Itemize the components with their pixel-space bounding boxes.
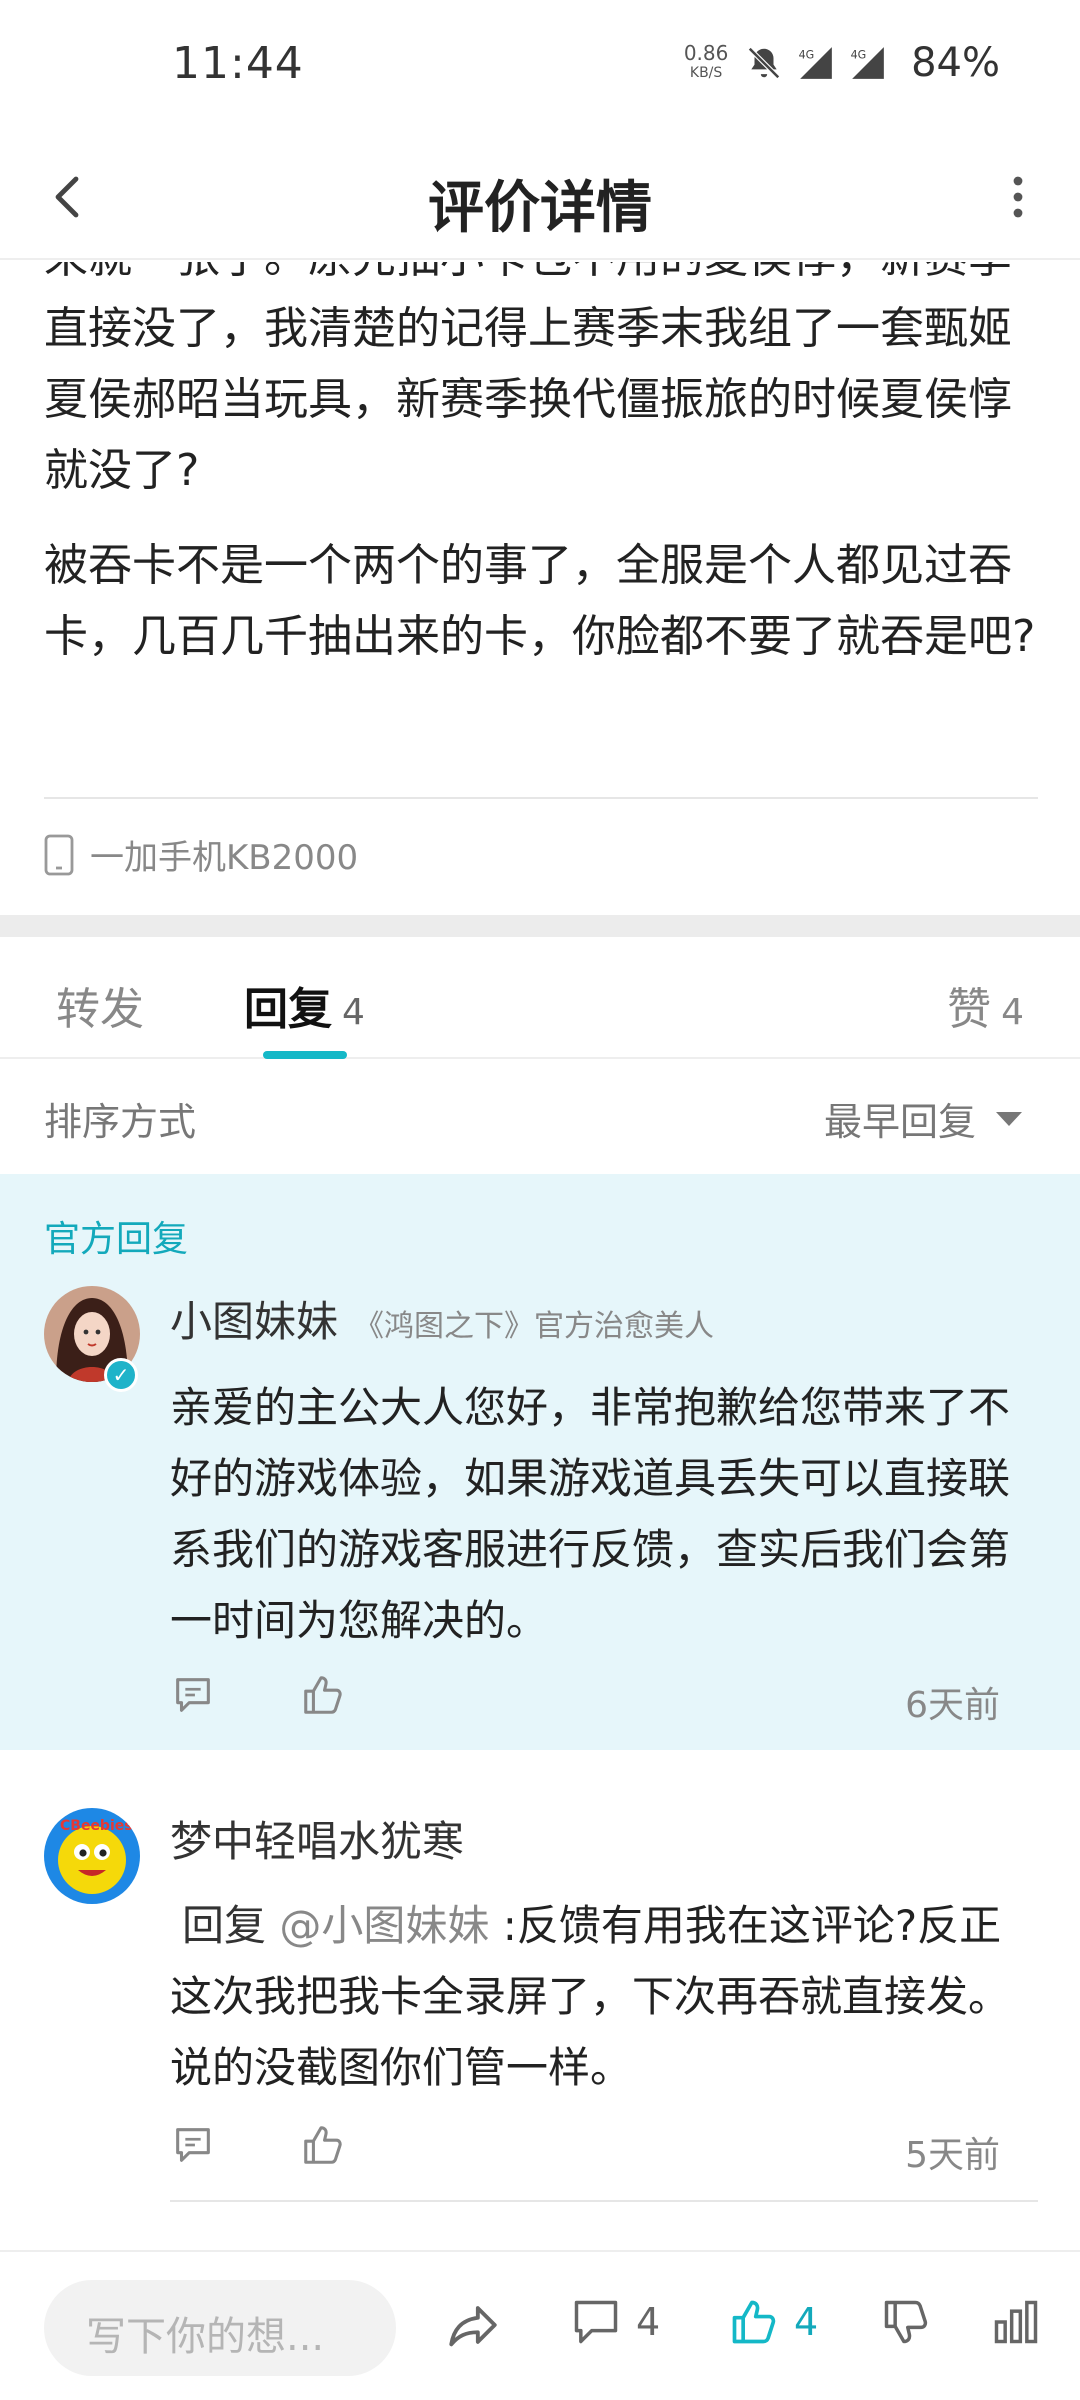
- divider: [44, 797, 1038, 799]
- tab-like-count: 4: [1001, 992, 1024, 1033]
- review-body: 来就一张了。原先抽小卡包不用的夏侯惇，新赛季直接没了，我清楚的记得上赛季末我组了…: [44, 262, 1044, 802]
- net-speed-value: 0.86: [683, 41, 729, 65]
- active-tab-indicator: [263, 1051, 347, 1059]
- share-arrow-icon: [449, 2306, 497, 2347]
- stats-button[interactable]: [990, 2296, 1042, 2348]
- comment-icon[interactable]: [170, 2122, 216, 2168]
- caret-down-icon: [996, 1111, 1022, 1126]
- comment-text: 回复 @小图妹妹 :反馈有用我在这评论?反正这次我把我卡全录屏了，下次再吞就直接…: [170, 1890, 1036, 2103]
- status-icons: 0.86 KB/S 4G 4G 84%: [681, 40, 1000, 86]
- svg-text:CBeebies: CBeebies: [60, 1818, 133, 1834]
- comment-button[interactable]: 4: [570, 2296, 660, 2348]
- page-title: 评价详情: [428, 176, 652, 241]
- sort-label: 排序方式: [44, 1100, 197, 1144]
- battery-level: 84%: [911, 40, 1000, 86]
- thumbs-up-icon: [732, 2300, 776, 2344]
- device-info: 一加手机KB2000: [44, 830, 358, 879]
- status-bar: 11:44 0.86 KB/S 4G 4G 84%: [0, 0, 1080, 135]
- signal-icon: 4G: [799, 47, 832, 79]
- tab-reply-count: 4: [342, 992, 365, 1033]
- tab-like[interactable]: 赞4: [947, 973, 1024, 1037]
- official-reply-tag: 官方回复: [44, 1219, 189, 1260]
- sort-selected: 最早回复: [823, 1100, 976, 1144]
- tab-bar: 转发 回复 4 赞4: [0, 937, 1080, 1059]
- share-button[interactable]: [444, 2296, 502, 2354]
- header: 评价详情: [0, 135, 1080, 260]
- tab-reply[interactable]: 回复 4: [244, 973, 365, 1037]
- tab-reply-label: 回复: [244, 984, 332, 1035]
- net-speed: 0.86 KB/S: [681, 43, 731, 83]
- more-button[interactable]: [986, 165, 1050, 229]
- avatar-image: CBeebies: [44, 1808, 140, 1904]
- network-label-1: 4G: [799, 48, 815, 61]
- like-button[interactable]: 4: [728, 2296, 818, 2348]
- comment-item: CBeebies 梦中轻唱水犹寒 回复 @小图妹妹 :反馈有用我在这评论?反正这…: [0, 1750, 1080, 2202]
- comment-author[interactable]: 小图妹妹 《鸿图之下》官方治愈美人: [170, 1288, 714, 1349]
- divider: [170, 2200, 1038, 2202]
- more-vertical-icon: [1013, 176, 1023, 218]
- bar-chart-icon: [994, 2300, 1038, 2344]
- reply-prefix: 回复: [182, 1901, 267, 1950]
- comment-actions: 6天前: [170, 1672, 1000, 1726]
- verified-badge-icon: ✓: [104, 1358, 138, 1392]
- tab-forward-label: 转发: [56, 984, 144, 1035]
- comment-time: 5天前: [905, 2135, 1000, 2176]
- review-paragraph: 被吞卡不是一个两个的事了，全服是个人都见过吞卡，几百几千抽出来的卡，你脸都不要了…: [44, 540, 1036, 662]
- sort-dropdown[interactable]: 最早回复: [824, 1091, 1022, 1146]
- thumbs-up-icon[interactable]: [300, 2122, 346, 2168]
- like-count: 4: [794, 2300, 819, 2344]
- comment-author[interactable]: 梦中轻唱水犹寒: [170, 1808, 464, 1869]
- author-title: 《鸿图之下》官方治愈美人: [354, 1309, 715, 1344]
- comment-count: 4: [636, 2300, 661, 2344]
- comment-text: 亲爱的主公大人您好，非常抱歉给您带来了不好的游戏体验，如果游戏道具丢失可以直接联…: [170, 1383, 1011, 1645]
- network-label-2: 4G: [851, 48, 867, 61]
- compose-input[interactable]: 写下你的想...: [44, 2280, 396, 2376]
- official-reply: 官方回复 ✓ 小图妹妹 《鸿图之下》官方治愈美人 亲爱的主公大人您好，非常抱歉给您…: [0, 1174, 1080, 1750]
- avatar[interactable]: CBeebies: [44, 1808, 140, 1904]
- net-speed-unit: KB/S: [689, 65, 723, 81]
- signal-icon-2: 4G: [851, 47, 884, 79]
- comment-time: 6天前: [905, 1685, 1000, 1726]
- mute-bell-icon: [748, 47, 781, 79]
- thumbs-up-icon[interactable]: [300, 1672, 346, 1718]
- sort-row: 排序方式 最早回复: [0, 1059, 1080, 1174]
- tab-like-label: 赞: [947, 984, 992, 1035]
- dislike-button[interactable]: [880, 2296, 932, 2348]
- comment-icon[interactable]: [170, 1672, 216, 1718]
- comment-actions: 5天前: [170, 2122, 1000, 2176]
- status-time: 11:44: [172, 38, 304, 89]
- bottom-action-bar: 写下你的想... 4 4: [0, 2250, 1080, 2400]
- phone-icon: [44, 834, 74, 875]
- author-name: 小图妹妹: [170, 1297, 339, 1346]
- compose-placeholder: 写下你的想...: [86, 2314, 325, 2360]
- comment-icon: [574, 2300, 618, 2344]
- tab-forward[interactable]: 转发: [56, 973, 144, 1037]
- mention-link[interactable]: @小图妹妹: [279, 1901, 489, 1950]
- thumbs-down-icon: [884, 2300, 928, 2344]
- section-divider: [0, 915, 1080, 937]
- device-label: 一加手机KB2000: [90, 838, 359, 878]
- review-paragraph: 来就一张了。原先抽小卡包不用的夏侯惇，新赛季直接没了，我清楚的记得上赛季末我组了…: [44, 262, 1012, 496]
